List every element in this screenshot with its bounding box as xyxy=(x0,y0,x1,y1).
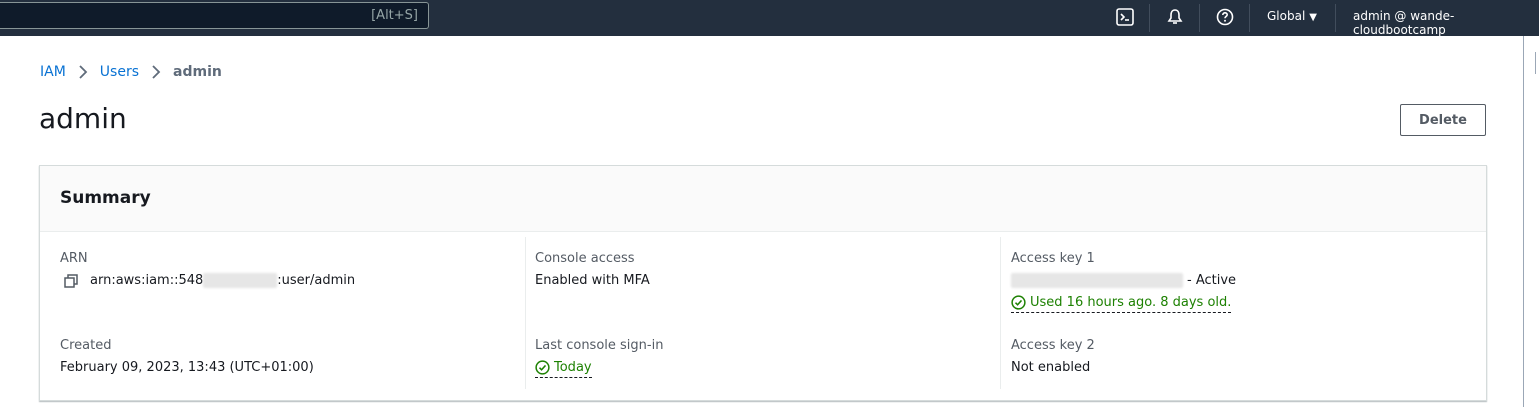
caret-down-icon: ▼ xyxy=(1309,12,1317,23)
summary-card: Summary ARN arn:aws:iam::548 :user/admin… xyxy=(39,165,1487,401)
topbar-divider xyxy=(1199,4,1200,32)
redacted-access-key xyxy=(1011,273,1183,288)
check-circle-icon xyxy=(535,360,550,375)
account-menu[interactable]: admin @ wande-cloudbootcamp xyxy=(1353,9,1539,37)
topbar-divider xyxy=(1335,4,1336,32)
check-circle-icon xyxy=(1011,295,1026,310)
access-key-2-label: Access key 2 xyxy=(1011,338,1095,353)
created-label: Created xyxy=(60,338,112,353)
last-signin-value[interactable]: Today xyxy=(535,360,592,378)
access-key-1-usage[interactable]: Used 16 hours ago. 8 days old. xyxy=(1011,295,1232,313)
delete-button[interactable]: Delete xyxy=(1400,104,1486,136)
access-key-1-value: - Active xyxy=(1011,273,1236,288)
bell-icon[interactable] xyxy=(1165,7,1185,27)
region-label: Global xyxy=(1267,9,1306,23)
arn-prefix: arn:aws:iam::548 xyxy=(90,273,204,288)
summary-header: Summary xyxy=(40,166,1486,232)
breadcrumb-iam[interactable]: IAM xyxy=(40,64,66,80)
breadcrumb: IAM Users admin xyxy=(40,64,222,80)
topbar-divider xyxy=(1149,4,1150,32)
console-access-value: Enabled with MFA xyxy=(535,273,650,288)
region-selector[interactable]: Global ▼ xyxy=(1267,9,1317,23)
access-key-1-label: Access key 1 xyxy=(1011,251,1095,266)
cloudshell-icon[interactable] xyxy=(1115,7,1135,27)
breadcrumb-current: admin xyxy=(173,64,222,80)
access-key-2-value: Not enabled xyxy=(1011,360,1091,375)
help-icon[interactable] xyxy=(1215,7,1235,27)
redacted-account-id xyxy=(203,273,278,288)
access-key-1-usage-text: Used 16 hours ago. 8 days old. xyxy=(1030,295,1232,310)
last-signin-text: Today xyxy=(554,360,592,375)
page-title: admin xyxy=(39,102,127,135)
arn-label: ARN xyxy=(60,251,88,266)
access-key-1-status: - Active xyxy=(1187,273,1237,288)
created-value: February 09, 2023, 13:43 (UTC+01:00) xyxy=(60,360,314,375)
top-navigation-bar: [Alt+S] Global ▼ admin @ wande-cloudbootc… xyxy=(0,0,1539,37)
copy-icon[interactable] xyxy=(64,273,78,288)
chevron-right-icon xyxy=(78,65,88,79)
search-shortcut-hint: [Alt+S] xyxy=(371,8,418,23)
scrollbar-track[interactable] xyxy=(1535,52,1536,74)
arn-value: arn:aws:iam::548 :user/admin xyxy=(64,273,355,288)
breadcrumb-users[interactable]: Users xyxy=(100,64,139,80)
topbar-divider xyxy=(1249,4,1250,32)
column-divider xyxy=(1000,237,1001,389)
last-signin-label: Last console sign-in xyxy=(535,338,664,353)
summary-title: Summary xyxy=(60,188,151,208)
arn-suffix: :user/admin xyxy=(277,273,356,288)
console-access-label: Console access xyxy=(535,251,635,266)
search-input[interactable]: [Alt+S] xyxy=(0,2,429,29)
column-divider xyxy=(525,237,526,389)
chevron-right-icon xyxy=(151,65,161,79)
